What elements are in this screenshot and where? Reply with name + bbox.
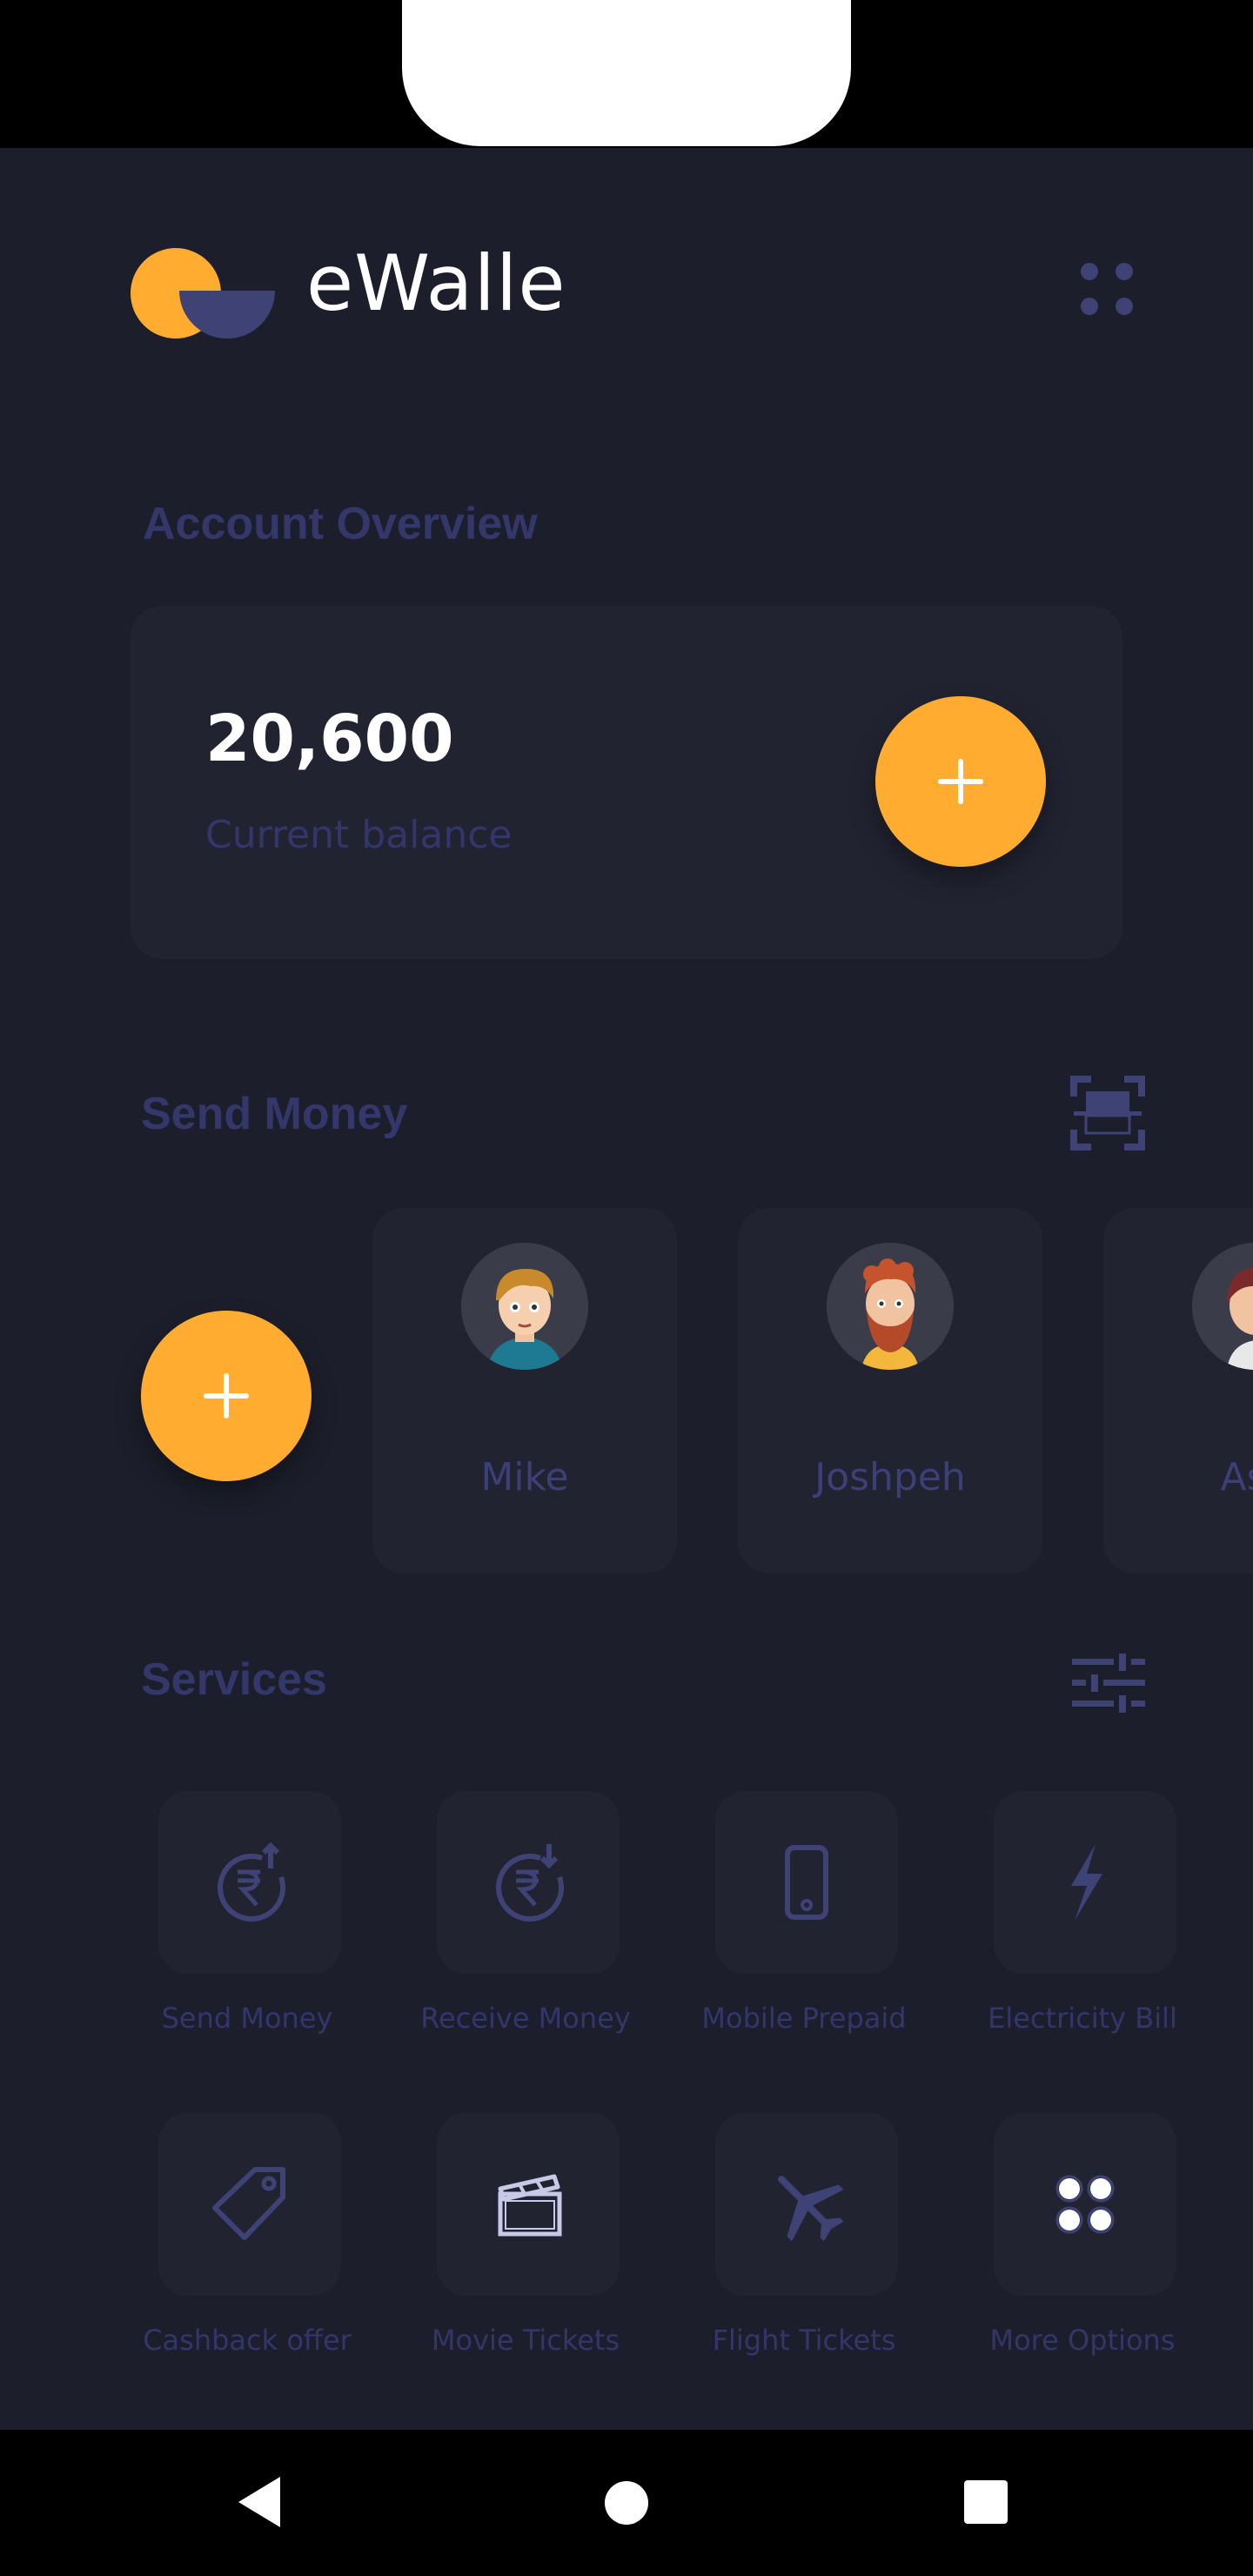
service-tile xyxy=(158,1791,341,1974)
camera-notch xyxy=(402,0,851,146)
balance-amount: 20,600 xyxy=(205,701,454,776)
service-label: Flight Tickets xyxy=(712,2324,896,2357)
rupee-send-icon xyxy=(218,1841,285,1922)
avatar-person-icon xyxy=(1192,1243,1253,1370)
menu-dot-icon xyxy=(1081,263,1098,280)
service-receive-money[interactable]: Receive Money xyxy=(395,1791,656,2052)
avatar-man-blond-icon xyxy=(461,1243,588,1370)
service-tile xyxy=(437,1791,620,1974)
service-tile xyxy=(994,1791,1176,1974)
services-title: Services xyxy=(141,1654,327,1705)
mobile-icon xyxy=(785,1845,828,1920)
service-mobile-prepaid[interactable]: Mobile Prepaid xyxy=(673,1791,935,2052)
clapperboard-icon xyxy=(498,2174,562,2237)
avatar xyxy=(827,1243,954,1370)
service-tile xyxy=(994,2113,1176,2296)
service-tile xyxy=(158,2113,341,2296)
send-money-title: Send Money xyxy=(141,1089,408,1139)
add-money-button[interactable] xyxy=(875,696,1046,867)
menu-dot-icon xyxy=(1116,298,1133,315)
avatar xyxy=(461,1243,588,1370)
scan-qr-icon[interactable] xyxy=(1070,1076,1145,1150)
home-icon[interactable] xyxy=(604,2480,649,2526)
grid-dots-icon xyxy=(1055,2175,1115,2234)
contact-name: Ash xyxy=(1220,1455,1253,1499)
add-contact-button[interactable] xyxy=(141,1311,312,1481)
service-label: Electricity Bill xyxy=(988,2002,1177,2035)
rupee-receive-icon xyxy=(496,1844,564,1922)
recents-icon[interactable] xyxy=(964,2480,1008,2524)
lightning-icon xyxy=(1071,1844,1102,1921)
menu-dot-icon xyxy=(1081,298,1098,315)
account-overview-title: Account Overview xyxy=(143,499,538,549)
menu-button[interactable] xyxy=(1075,258,1138,320)
menu-dot-icon xyxy=(1116,263,1133,280)
status-bar xyxy=(0,0,1253,150)
service-electricity-bill[interactable]: Electricity Bill xyxy=(952,1791,1213,2052)
contact-card[interactable]: Mike xyxy=(372,1208,677,1573)
service-tile xyxy=(715,2113,898,2296)
contact-card[interactable]: Ash xyxy=(1103,1208,1253,1573)
service-more-options[interactable]: More Options xyxy=(952,2113,1213,2374)
contact-name: Mike xyxy=(480,1455,569,1499)
contact-name: Joshpeh xyxy=(814,1455,966,1499)
service-movie-tickets[interactable]: Movie Tickets xyxy=(395,2113,656,2374)
brand-name: eWalle xyxy=(306,238,566,328)
service-label: Cashback offer xyxy=(143,2324,352,2357)
back-icon[interactable] xyxy=(237,2475,282,2529)
system-nav-bar xyxy=(0,2430,1253,2576)
service-tile xyxy=(715,1791,898,1974)
service-label: More Options xyxy=(989,2324,1176,2357)
service-label: Mobile Prepaid xyxy=(701,2002,907,2035)
service-label: Movie Tickets xyxy=(431,2324,620,2357)
avatar xyxy=(1192,1243,1253,1370)
service-send-money[interactable]: Send Money xyxy=(117,1791,378,2052)
tag-icon xyxy=(212,2167,285,2240)
filter-sliders-icon[interactable] xyxy=(1070,1654,1147,1713)
service-tile xyxy=(437,2113,620,2296)
airplane-icon xyxy=(778,2176,844,2242)
app-screen: eWalle Account Overview 20,600 Current b… xyxy=(0,148,1253,2430)
service-label: Send Money xyxy=(161,2002,333,2035)
balance-card: 20,600 Current balance xyxy=(131,606,1122,959)
service-flight-tickets[interactable]: Flight Tickets xyxy=(673,2113,935,2374)
service-cashback-offer[interactable]: Cashback offer xyxy=(117,2113,378,2374)
contact-card[interactable]: Joshpeh xyxy=(738,1208,1042,1573)
balance-label: Current balance xyxy=(205,813,513,857)
avatar-man-bearded-icon xyxy=(827,1243,954,1370)
brand-logo-icon xyxy=(131,248,275,339)
service-label: Receive Money xyxy=(420,2002,631,2035)
